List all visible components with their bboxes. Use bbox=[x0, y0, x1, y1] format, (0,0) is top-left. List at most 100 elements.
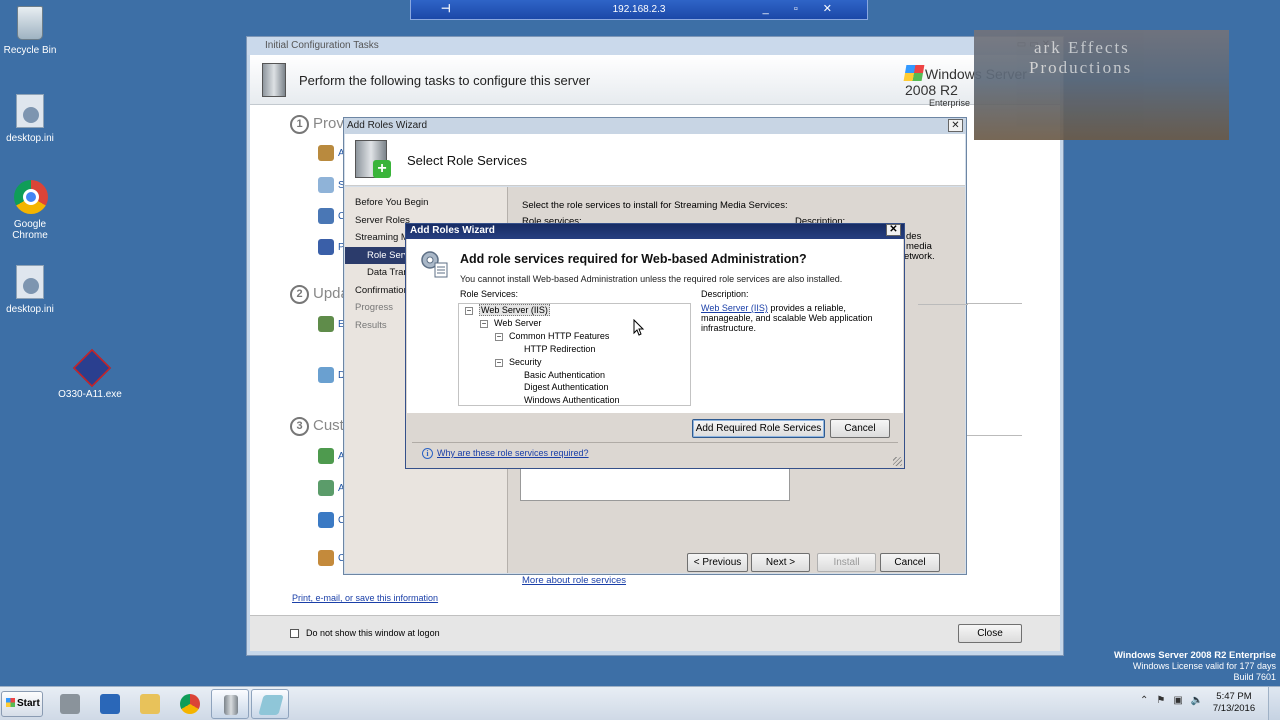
tree-item-security[interactable]: − Security bbox=[495, 357, 542, 367]
server-icon bbox=[224, 695, 238, 715]
window-title: Initial Configuration Tasks bbox=[265, 40, 379, 51]
dialog-body: Add role services required for Web-based… bbox=[407, 239, 903, 413]
desktop-icon-label: desktop.ini bbox=[6, 133, 54, 144]
do-not-show-label: Do not show this window at logon bbox=[306, 628, 440, 638]
remote-desktop-bar: ⊣ 192.168.2.3 _ ▫ ✕ bbox=[410, 0, 868, 20]
mouse-cursor-icon bbox=[633, 319, 645, 336]
taskbar-explorer[interactable] bbox=[131, 689, 169, 719]
window-titlebar[interactable]: Add Roles Wizard ✕ bbox=[344, 118, 966, 134]
install-button: Install bbox=[817, 553, 876, 572]
web-server-iis-link[interactable]: Web Server (IIS) bbox=[701, 303, 768, 313]
desktop-icon-desktop-ini-1[interactable]: desktop.ini bbox=[0, 94, 65, 144]
divider bbox=[967, 303, 1022, 304]
server-icon bbox=[262, 63, 286, 97]
window-title: Add Roles Wizard bbox=[347, 120, 428, 131]
dialog-message: You cannot install Web-based Administrat… bbox=[460, 274, 843, 284]
desktop-icon-recycle-bin[interactable]: Recycle Bin bbox=[0, 6, 65, 56]
section-heading-2: 2 Upda bbox=[290, 285, 349, 304]
desktop-icon-desktop-ini-2[interactable]: desktop.ini bbox=[0, 265, 65, 315]
header-text: Perform the following tasks to configure… bbox=[299, 73, 591, 88]
tree-item-windows-authentication[interactable]: Windows Authentication bbox=[524, 395, 620, 405]
wizard-icon bbox=[258, 695, 284, 715]
tree-item-web-server[interactable]: − Web Server bbox=[480, 318, 541, 328]
task-icon bbox=[318, 367, 334, 383]
collapse-icon[interactable]: − bbox=[495, 333, 503, 341]
collapse-icon[interactable]: − bbox=[495, 359, 503, 367]
recycle-bin-icon bbox=[14, 6, 46, 42]
why-required-link[interactable]: Why are these role services required? bbox=[437, 448, 589, 458]
help-row: i Why are these role services required? bbox=[422, 448, 589, 459]
previous-button[interactable]: < Previous bbox=[687, 553, 748, 572]
resize-grip-icon[interactable] bbox=[893, 457, 902, 466]
desktop-icon-exe[interactable]: O330-A11.exe bbox=[55, 348, 125, 400]
step-before-you-begin[interactable]: Before You Begin bbox=[345, 194, 507, 212]
role-services-label: Role Services: bbox=[460, 289, 519, 299]
description-text: etwork. bbox=[904, 251, 935, 262]
divider bbox=[967, 435, 1022, 436]
task-icon bbox=[318, 208, 334, 224]
wizard-heading: Select Role Services bbox=[407, 153, 527, 168]
task-icon bbox=[318, 177, 334, 193]
server-manager-icon bbox=[60, 694, 80, 714]
cancel-button[interactable]: Cancel bbox=[880, 553, 940, 572]
windows-logo-icon bbox=[6, 698, 15, 707]
window-titlebar[interactable]: Initial Configuration Tasks ▭▭✕ bbox=[247, 37, 1063, 55]
add-required-role-services-dialog: Add Roles Wizard ✕ Add role services req… bbox=[405, 223, 905, 469]
divider bbox=[412, 442, 898, 443]
close-icon[interactable]: ✕ bbox=[948, 119, 963, 132]
collapse-icon[interactable]: − bbox=[480, 320, 488, 328]
windows-flag-icon bbox=[903, 65, 925, 81]
collapse-icon[interactable]: − bbox=[465, 307, 473, 315]
description-panel: Description: Web Server (IIS) provides a… bbox=[701, 289, 879, 333]
taskbar: Start ⌃⚑▣🔈 5:47 PM 7/13/2016 bbox=[0, 686, 1280, 720]
cancel-button[interactable]: Cancel bbox=[830, 419, 890, 438]
role-services-tree[interactable]: − Web Server (IIS) − Web Server − Common HT… bbox=[458, 303, 691, 406]
show-desktop-button[interactable] bbox=[1268, 687, 1280, 720]
taskbar-powershell[interactable] bbox=[91, 689, 129, 719]
tree-item-digest-authentication[interactable]: Digest Authentication bbox=[524, 382, 609, 392]
desktop-icon-label: Google Chrome bbox=[12, 219, 48, 241]
file-icon bbox=[14, 265, 46, 301]
taskbar-chrome[interactable] bbox=[171, 689, 209, 719]
desktop-icon-label: O330-A11.exe bbox=[58, 389, 122, 400]
add-icon: + bbox=[373, 160, 391, 178]
file-icon bbox=[14, 94, 46, 130]
more-about-role-services-link[interactable]: More about role services bbox=[522, 575, 626, 586]
tree-item-common-http-features[interactable]: − Common HTTP Features bbox=[495, 331, 609, 341]
chrome-icon bbox=[14, 180, 48, 216]
task-icon bbox=[318, 550, 334, 566]
do-not-show-checkbox[interactable] bbox=[290, 629, 299, 638]
desktop-icon-label: desktop.ini bbox=[6, 304, 54, 315]
wizard-header: + Select Role Services bbox=[345, 134, 965, 186]
window-controls[interactable]: _ ▫ ✕ bbox=[763, 2, 843, 15]
close-icon[interactable]: ✕ bbox=[886, 224, 901, 236]
taskbar-initial-configuration[interactable] bbox=[211, 689, 249, 719]
notification-area[interactable]: ⌃⚑▣🔈 bbox=[1140, 695, 1211, 706]
instructions-text: Select the role services to install for … bbox=[522, 200, 788, 211]
window-footer: Do not show this window at logon Close bbox=[250, 615, 1060, 651]
tree-item-web-server-iis[interactable]: − Web Server (IIS) bbox=[465, 304, 550, 316]
add-required-role-services-button[interactable]: Add Required Role Services bbox=[692, 419, 825, 438]
taskbar-server-manager[interactable] bbox=[51, 689, 89, 719]
next-button[interactable]: Next > bbox=[751, 553, 810, 572]
task-icon bbox=[318, 448, 334, 464]
info-icon: i bbox=[422, 448, 433, 459]
watermark: ark Effects Productions bbox=[974, 30, 1229, 140]
settings-gear-icon bbox=[421, 251, 448, 278]
task-icon bbox=[318, 145, 334, 161]
start-button[interactable]: Start bbox=[1, 691, 43, 717]
tree-item-http-redirection[interactable]: HTTP Redirection bbox=[524, 344, 595, 354]
server-watermark-info: Windows Server 2008 R2 Enterprise Window… bbox=[1113, 650, 1276, 682]
print-email-save-link[interactable]: Print, e-mail, or save this information bbox=[292, 593, 438, 603]
application-icon bbox=[72, 348, 112, 388]
taskbar-add-roles[interactable] bbox=[251, 689, 289, 719]
desktop-icon-chrome[interactable]: Google Chrome bbox=[0, 180, 65, 241]
tree-item-basic-authentication[interactable]: Basic Authentication bbox=[524, 370, 605, 380]
dialog-titlebar[interactable]: Add Roles Wizard ✕ bbox=[406, 224, 904, 239]
dialog-question: Add role services required for Web-based… bbox=[460, 252, 807, 266]
chrome-icon bbox=[180, 694, 200, 714]
clock[interactable]: 5:47 PM 7/13/2016 bbox=[1210, 691, 1258, 715]
section-heading-3: 3 Cust bbox=[290, 417, 344, 436]
task-icon bbox=[318, 512, 334, 528]
close-button[interactable]: Close bbox=[958, 624, 1022, 643]
